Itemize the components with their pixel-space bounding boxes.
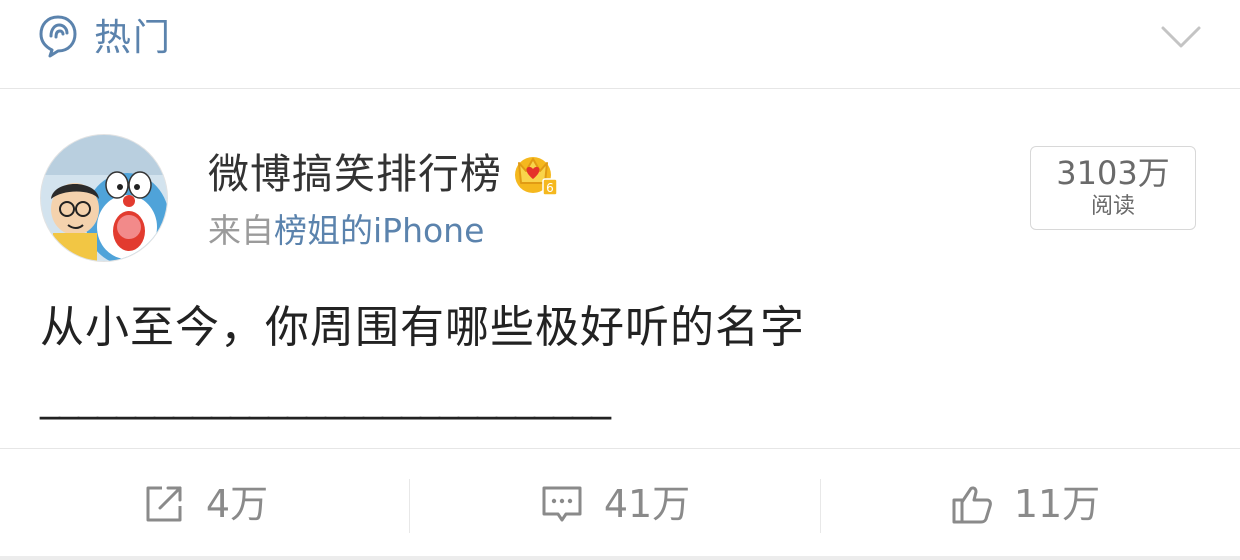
avatar-image	[41, 135, 167, 261]
weibo-post-card: 热门 微博搞笑排行榜 6 来自榜姐的iPhone 3103万 阅读 从小至今，你…	[0, 0, 1240, 560]
author-name[interactable]: 微博搞笑排行榜	[208, 146, 502, 202]
post-text: 从小至今，你周围有哪些极好听的名字	[40, 302, 805, 353]
repost-icon	[146, 486, 182, 522]
read-label: 阅读	[1090, 194, 1135, 219]
repost-button[interactable]: 4万	[0, 449, 410, 559]
read-count: 3103万	[1056, 154, 1170, 192]
section-header: 热门	[0, 0, 1240, 89]
section-title[interactable]: 热门	[94, 14, 172, 62]
like-icon	[952, 486, 992, 524]
vip-crown-icon[interactable]: 6	[513, 151, 559, 197]
repost-count: 4万	[205, 482, 269, 526]
avatar[interactable]	[40, 134, 168, 262]
hot-bubble-icon	[39, 15, 77, 58]
comment-button[interactable]: 41万	[410, 449, 820, 559]
read-count-box[interactable]: 3103万 阅读	[1030, 146, 1196, 230]
action-bar: 4万 41万 11万	[0, 448, 1240, 560]
source-link[interactable]: 榜姐的iPhone	[274, 211, 484, 250]
card-bottom-border	[0, 556, 1240, 560]
post-source: 来自榜姐的iPhone	[208, 208, 484, 254]
like-button[interactable]: 11万	[820, 449, 1230, 559]
like-count: 11万	[1013, 482, 1101, 526]
comment-icon	[542, 486, 582, 522]
source-prefix: 来自	[208, 211, 274, 250]
author-row: 微博搞笑排行榜 6	[208, 146, 559, 202]
svg-text:6: 6	[546, 181, 554, 195]
post-underline: ______________________________	[40, 374, 611, 420]
comment-count: 41万	[603, 482, 691, 526]
chevron-down-icon[interactable]	[1160, 22, 1202, 50]
